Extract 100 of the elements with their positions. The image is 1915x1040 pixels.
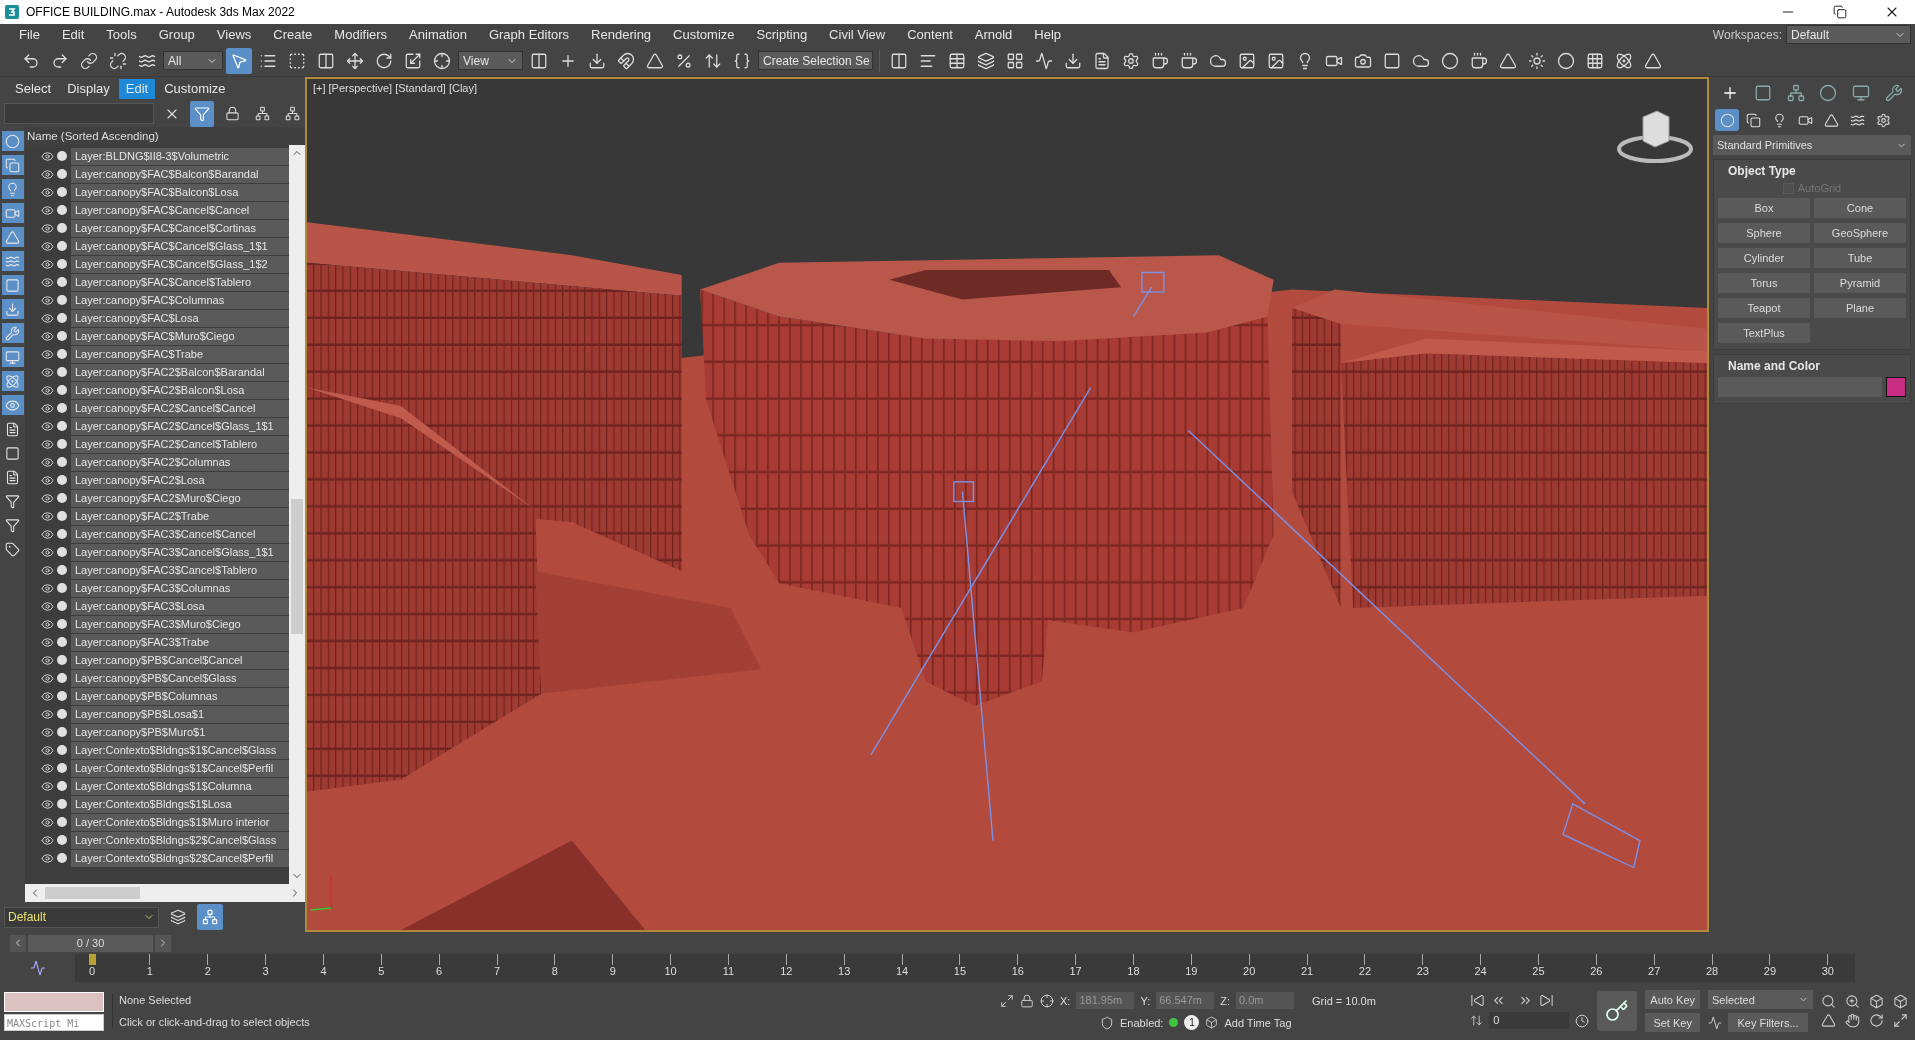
layer-name[interactable]: Layer:canopy$FAC2$Balcon$Losa: [71, 381, 289, 399]
frame-tick-label: 9: [609, 965, 616, 977]
named-selection-dropdown[interactable]: Create Selection Se: [758, 51, 873, 70]
layer-name[interactable]: Layer:canopy$FAC3$Cancel$Glass_1$1: [71, 543, 289, 561]
reference-coordinate-dropdown[interactable]: View: [458, 51, 523, 70]
primitive-button[interactable]: Cylinder: [1718, 248, 1810, 268]
perspective-viewport[interactable]: [+] [Perspective] [Standard] [Clay]: [305, 77, 1709, 932]
workspace-dropdown[interactable]: Default: [1786, 25, 1911, 44]
viewport-label[interactable]: [+]: [313, 82, 326, 94]
primitive-button[interactable]: Torus: [1718, 273, 1810, 293]
explorer-tab[interactable]: Edit: [118, 78, 156, 99]
primitive-button[interactable]: Cone: [1814, 198, 1906, 218]
layer-name[interactable]: Layer:canopy$FAC2$Cancel$Cancel: [71, 399, 289, 417]
menu-item[interactable]: Group: [147, 24, 206, 45]
layer-name[interactable]: Layer:canopy$FAC3$Trabe: [71, 633, 289, 651]
menu-item[interactable]: Civil View: [818, 24, 897, 45]
layer-name[interactable]: Layer:canopy$FAC$Cancel$Tablero: [71, 273, 289, 291]
layer-name[interactable]: Layer:canopy$FAC2$Balcon$Barandal: [71, 363, 289, 381]
menu-item[interactable]: Scripting: [745, 24, 819, 45]
layer-name[interactable]: Layer:canopy$FAC$Trabe: [71, 345, 289, 363]
layer-name[interactable]: Layer:Contexto$Bldngs$1$Losa: [71, 795, 289, 813]
layer-name[interactable]: Layer:canopy$FAC$Balcon$Losa: [71, 183, 289, 201]
layer-name[interactable]: Layer:Contexto$Bldngs$1$Cancel$Perfil: [71, 759, 289, 777]
layer-name[interactable]: Layer:canopy$FAC$Cancel$Cancel: [71, 201, 289, 219]
layer-name[interactable]: Layer:canopy$FAC3$Cancel$Cancel: [71, 525, 289, 543]
current-frame-field[interactable]: 0: [1489, 1012, 1570, 1029]
explorer-tab[interactable]: Display: [60, 78, 117, 99]
z-label: Z:: [1220, 994, 1230, 1007]
primitive-button[interactable]: Sphere: [1718, 223, 1810, 243]
layer-name[interactable]: Layer:canopy$FAC2$Trabe: [71, 507, 289, 525]
add-time-tag-link[interactable]: Add Time Tag: [1224, 1016, 1292, 1029]
time-slider-thumb[interactable]: 0 / 30: [28, 934, 153, 952]
key-filters-button[interactable]: Key Filters...: [1728, 1013, 1808, 1032]
layer-name[interactable]: Layer:canopy$FAC$Cancel$Glass_1$2: [71, 255, 289, 273]
layer-name[interactable]: Layer:canopy$FAC3$Losa: [71, 597, 289, 615]
menu-item[interactable]: Create: [262, 24, 324, 45]
primitive-button[interactable]: Box: [1718, 198, 1810, 218]
layer-name[interactable]: Layer:canopy$PB$Cancel$Cancel: [71, 651, 289, 669]
layer-name[interactable]: Layer:canopy$FAC2$Losa: [71, 471, 289, 489]
layer-name[interactable]: Layer:canopy$FAC$Cancel$Glass_1$1: [71, 237, 289, 255]
menu-item[interactable]: Rendering: [580, 24, 663, 45]
layer-name[interactable]: Layer:canopy$FAC2$Cancel$Glass_1$1: [71, 417, 289, 435]
layer-name[interactable]: Layer:Contexto$Bldngs$1$Columna: [71, 777, 289, 795]
layer-name[interactable]: Layer:canopy$FAC3$Muro$Ciego: [71, 615, 289, 633]
layer-name[interactable]: Layer:canopy$PB$Losa$1: [71, 705, 289, 723]
window-title: OFFICE BUILDING.max - Autodesk 3ds Max 2022: [26, 5, 296, 19]
explorer-tab[interactable]: Customize: [157, 78, 233, 99]
maxscript-mini-listener[interactable]: MAXScript Mi: [4, 1013, 104, 1031]
menu-item[interactable]: Customize: [662, 24, 746, 45]
layer-name[interactable]: Layer:canopy$PB$Columnas: [71, 687, 289, 705]
layer-dropdown[interactable]: Default: [4, 906, 159, 928]
category-dropdown[interactable]: Standard Primitives: [1713, 135, 1911, 155]
primitive-button[interactable]: TextPlus: [1718, 323, 1810, 343]
layer-name[interactable]: Layer:Contexto$Bldngs$1$Muro interior: [71, 813, 289, 831]
viewport-label[interactable]: [Clay]: [448, 82, 478, 94]
layer-name[interactable]: Layer:canopy$FAC$Columnas: [71, 291, 289, 309]
layer-name[interactable]: Layer:canopy$FAC3$Columnas: [71, 579, 289, 597]
rollout-title[interactable]: Name and Color: [1718, 359, 1906, 373]
layer-name[interactable]: Layer:canopy$PB$Cancel$Glass: [71, 669, 289, 687]
primitive-button[interactable]: Pyramid: [1814, 273, 1906, 293]
menu-item[interactable]: Views: [205, 24, 263, 45]
menu-item[interactable]: Modifiers: [323, 24, 399, 45]
layer-name[interactable]: Layer:Contexto$Bldngs$2$Cancel$Perfil: [71, 849, 289, 867]
menu-item[interactable]: Arnold: [963, 24, 1024, 45]
layer-name[interactable]: Layer:canopy$PB$Muro$1: [71, 723, 289, 741]
set-key-button[interactable]: Set Key: [1645, 1013, 1700, 1032]
auto-key-button[interactable]: Auto Key: [1645, 990, 1700, 1009]
layer-name[interactable]: Layer:canopy$FAC2$Cancel$Tablero: [71, 435, 289, 453]
viewport-label[interactable]: [Standard]: [395, 82, 446, 94]
layer-name[interactable]: Layer:canopy$FAC$Losa: [71, 309, 289, 327]
frame-tick-label: 29: [1763, 965, 1777, 977]
timeline-ruler[interactable]: 0 1 2 3 4 5 6 7 8 9 10 11 12 13 14 15 16 17 18 19 20 21 22 23 24 25 26 27 28 29 30: [75, 954, 1855, 982]
selection-filter-dropdown[interactable]: All: [163, 51, 223, 70]
frame-tick-label: 1: [146, 965, 153, 977]
viewport-label[interactable]: [Perspective]: [328, 82, 393, 94]
layer-name[interactable]: Layer:canopy$FAC2$Columnas: [71, 453, 289, 471]
menu-item[interactable]: Edit: [50, 24, 96, 45]
key-mode-dropdown[interactable]: Selected: [1708, 990, 1813, 1009]
layer-name[interactable]: Layer:canopy$FAC$Balcon$Barandal: [71, 165, 289, 183]
primitive-button[interactable]: Tube: [1814, 248, 1906, 268]
layer-name[interactable]: Layer:BLDNG$II8-3$Volumetric: [71, 147, 289, 165]
layer-name[interactable]: Layer:Contexto$Bldngs$1$Cancel$Glass: [71, 741, 289, 759]
primitive-button[interactable]: Teapot: [1718, 298, 1810, 318]
menu-item[interactable]: File: [8, 24, 51, 45]
layer-name[interactable]: Layer:canopy$FAC$Cancel$Cortinas: [71, 219, 289, 237]
rollout-title[interactable]: Object Type: [1718, 164, 1906, 178]
menu-item[interactable]: Graph Editors: [477, 24, 581, 45]
layer-name[interactable]: Layer:canopy$FAC2$Muro$Ciego: [71, 489, 289, 507]
layer-name[interactable]: Layer:Contexto$Bldngs$2$Cancel$Glass: [71, 831, 289, 849]
menu-item[interactable]: Animation: [398, 24, 478, 45]
frame-tick-label: 5: [378, 965, 385, 977]
primitive-button[interactable]: Plane: [1814, 298, 1906, 318]
menu-item[interactable]: Tools: [95, 24, 148, 45]
layer-name[interactable]: Layer:canopy$FAC$Muro$Ciego: [71, 327, 289, 345]
explorer-tab[interactable]: Select: [8, 78, 59, 99]
layer-name[interactable]: Layer:canopy$FAC3$Cancel$Tablero: [71, 561, 289, 579]
prompt-text: Click or click-and-drag to select objects: [119, 1016, 311, 1028]
menu-item[interactable]: Help: [1023, 24, 1073, 45]
menu-item[interactable]: Content: [896, 24, 964, 45]
primitive-button[interactable]: GeoSphere: [1814, 223, 1906, 243]
